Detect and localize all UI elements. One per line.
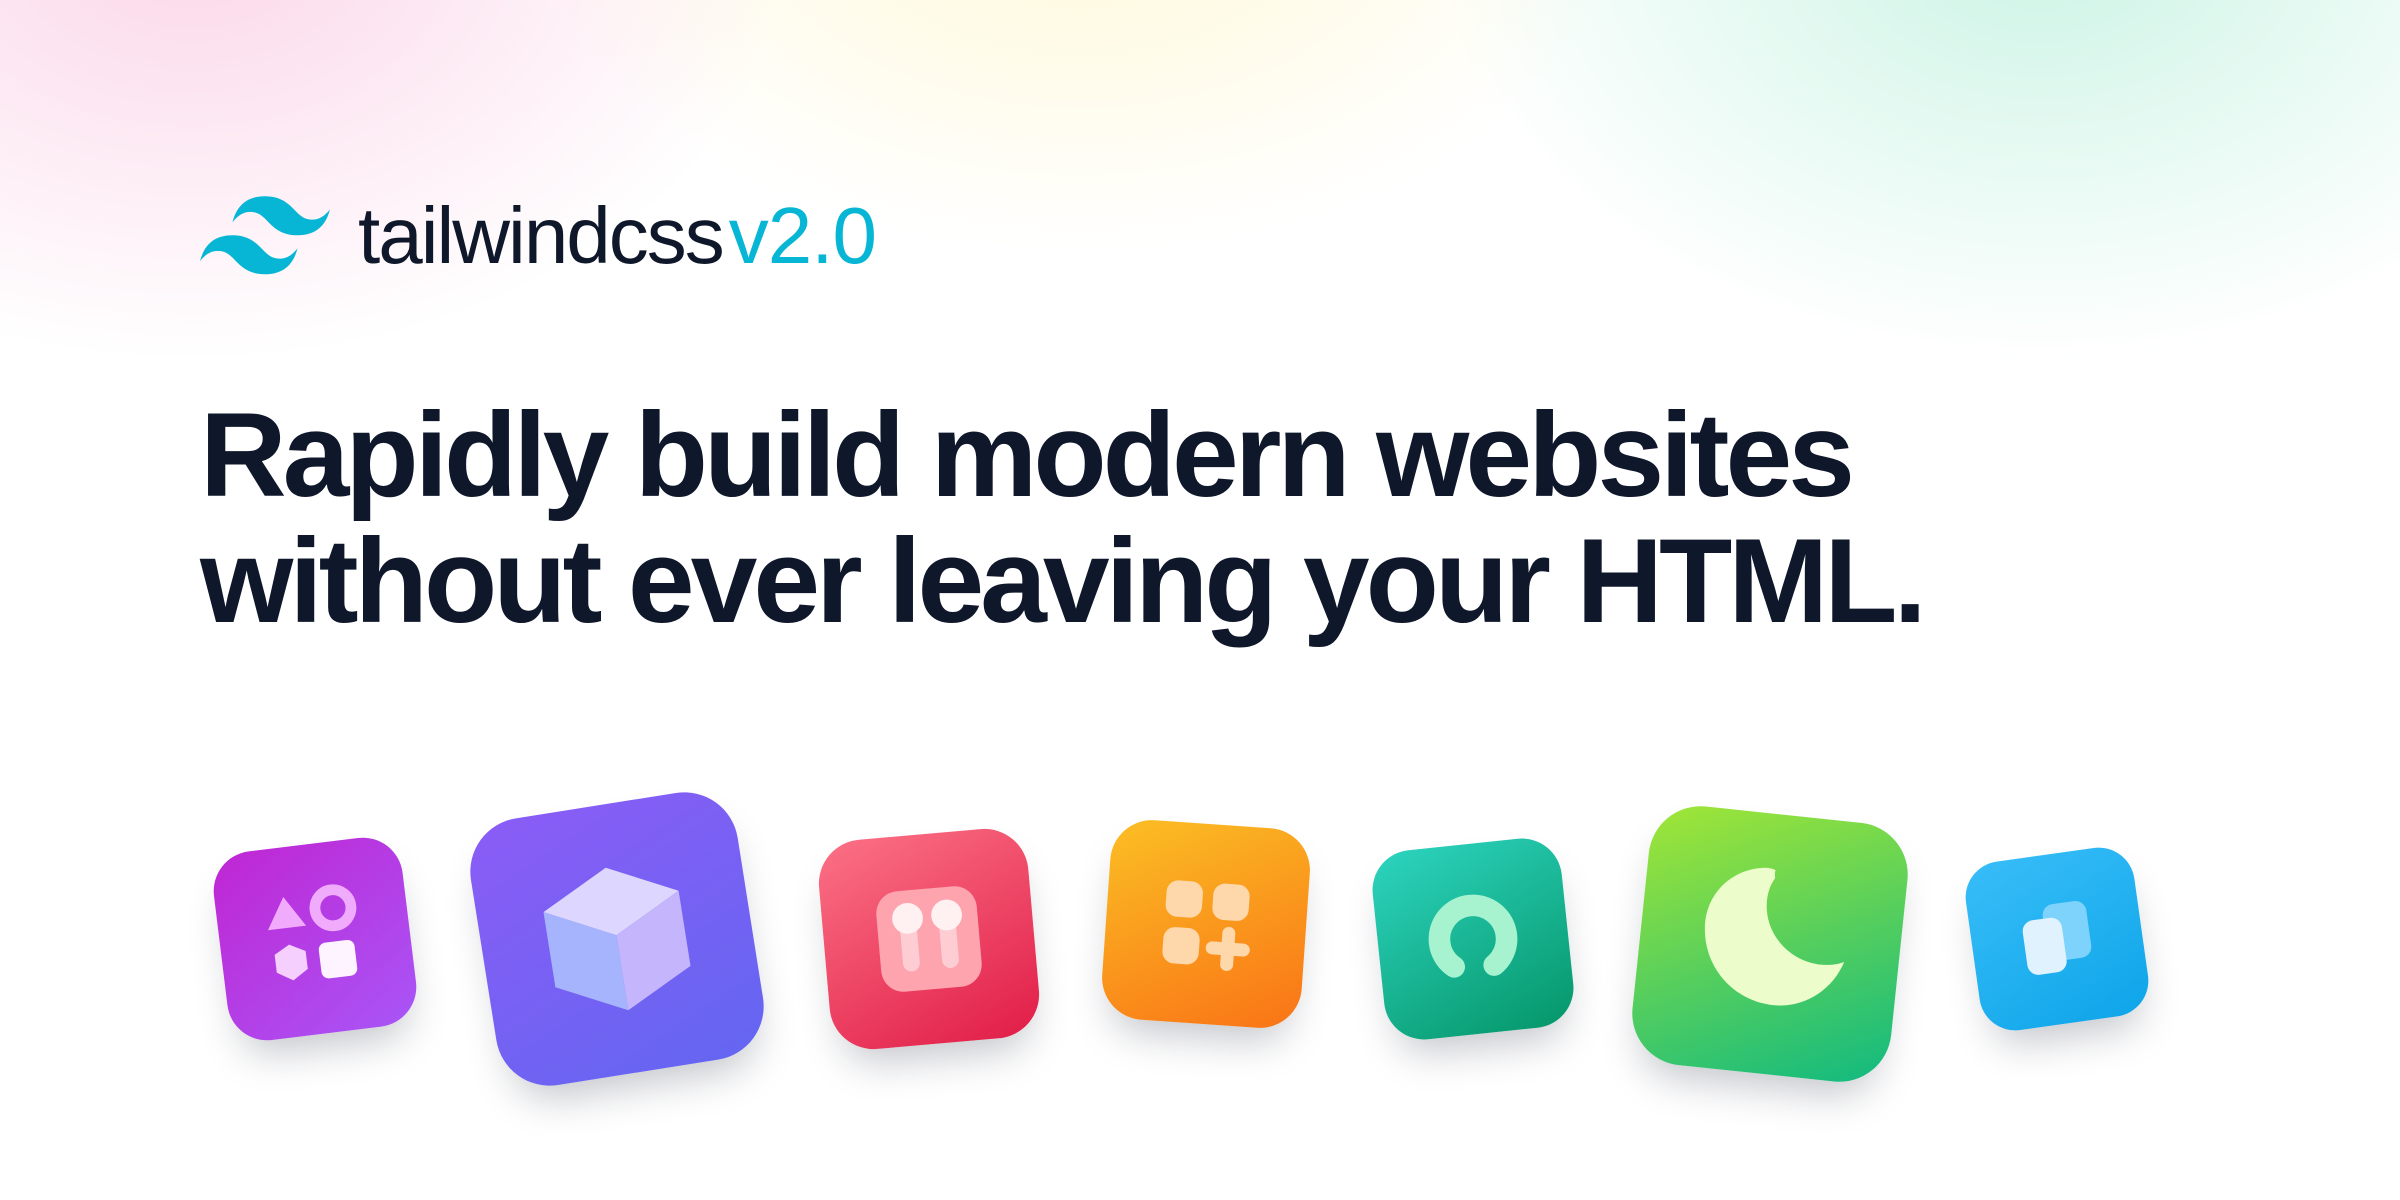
ring-icon (1407, 873, 1539, 1005)
feature-card-panels (1961, 843, 2153, 1035)
brand-name: tailwindcss (358, 191, 723, 280)
brand-version: v2.0 (729, 191, 876, 280)
panels-icon (1995, 877, 2119, 1001)
tailwind-logo-icon (200, 196, 330, 276)
feature-card-moon (1627, 801, 1913, 1087)
moon-icon (1677, 851, 1864, 1038)
headline: Rapidly build modern websites without ev… (200, 392, 2200, 644)
brand-wordmark: tailwindcssv2.0 (358, 190, 876, 282)
sliders-icon (853, 863, 1005, 1015)
brand-row: tailwindcssv2.0 (200, 190, 2200, 282)
grid-plus-icon (1137, 855, 1276, 994)
feature-card-shapes (209, 833, 421, 1045)
shapes-icon (248, 872, 382, 1006)
feature-card-sliders (815, 825, 1043, 1053)
feature-card-ring (1369, 835, 1578, 1044)
cube-icon (508, 830, 725, 1047)
feature-card-cube (463, 785, 772, 1094)
feature-card-grid-plus (1099, 817, 1312, 1030)
hero-section: tailwindcssv2.0 Rapidly build modern web… (0, 0, 2400, 1074)
feature-card-row (200, 804, 2200, 1074)
